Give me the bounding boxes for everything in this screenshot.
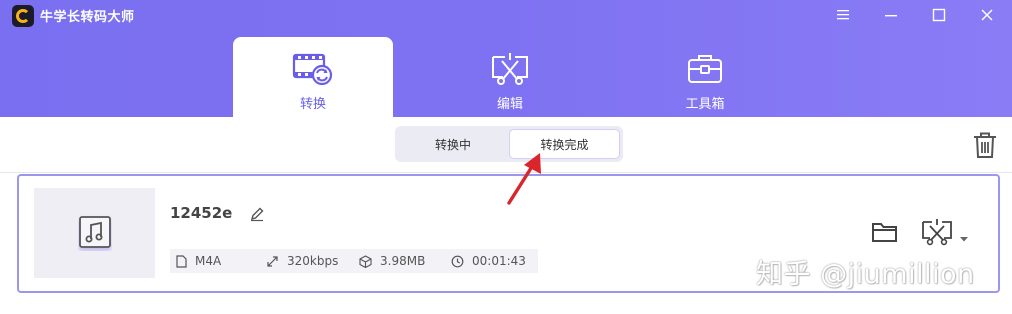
scissors-edit-icon xyxy=(490,51,530,87)
scissors-edit-icon xyxy=(922,219,952,246)
tab-converting[interactable]: 转换中 xyxy=(398,129,508,159)
annotation-arrow xyxy=(507,153,541,205)
minimize-icon xyxy=(885,15,897,17)
maximize-button[interactable] xyxy=(926,4,952,26)
minimize-button[interactable] xyxy=(878,4,904,26)
file-icon xyxy=(176,254,187,268)
file-bitrate: 320kbps xyxy=(287,254,339,268)
cube-icon xyxy=(359,254,372,268)
meta-duration: 00:01:43 xyxy=(451,249,526,273)
tab-edit-label: 编辑 xyxy=(496,97,523,112)
rename-button[interactable] xyxy=(249,206,265,222)
open-folder-button[interactable] xyxy=(871,220,899,244)
maximize-icon xyxy=(932,8,946,22)
app-logo xyxy=(12,5,34,27)
meta-format: M4A xyxy=(176,249,221,273)
music-note-icon xyxy=(78,216,111,248)
file-meta-bar: M4A 320kbps 3.98MB 00:01:43 xyxy=(170,249,538,273)
folder-icon xyxy=(872,223,897,242)
watermark: 知乎 @jiumillion xyxy=(756,259,975,290)
file-format: M4A xyxy=(195,254,222,268)
menu-icon xyxy=(837,10,849,20)
tab-toolbox-label: 工具箱 xyxy=(685,97,725,112)
menu-button[interactable] xyxy=(830,4,856,26)
title-bar: 牛学长转码大师 转换 编辑 工具箱 xyxy=(0,0,1012,117)
toolbox-icon xyxy=(686,51,724,87)
file-size: 3.98MB xyxy=(380,254,426,268)
chevron-down-icon xyxy=(960,237,968,242)
tab-toolbox[interactable]: 工具箱 xyxy=(625,37,785,117)
meta-size: 3.98MB xyxy=(359,249,425,273)
resize-icon xyxy=(267,255,278,267)
tab-convert[interactable]: 转换 xyxy=(233,37,393,117)
clock-icon xyxy=(451,255,464,267)
tab-convert-label: 转换 xyxy=(299,97,326,112)
convert-icon xyxy=(292,51,334,87)
edit-button[interactable] xyxy=(921,218,953,246)
pencil-icon xyxy=(250,207,264,222)
meta-bitrate: 320kbps xyxy=(266,249,338,273)
close-icon xyxy=(981,9,993,21)
file-name: 12452e xyxy=(170,204,233,222)
file-thumbnail xyxy=(34,188,155,278)
edit-dropdown[interactable] xyxy=(959,228,969,242)
close-button[interactable] xyxy=(974,4,1000,26)
app-title: 牛学长转码大师 xyxy=(40,10,135,25)
delete-button[interactable] xyxy=(972,131,998,159)
file-duration: 00:01:43 xyxy=(472,254,526,268)
trash-icon xyxy=(974,132,996,158)
tab-edit[interactable]: 编辑 xyxy=(430,37,590,117)
